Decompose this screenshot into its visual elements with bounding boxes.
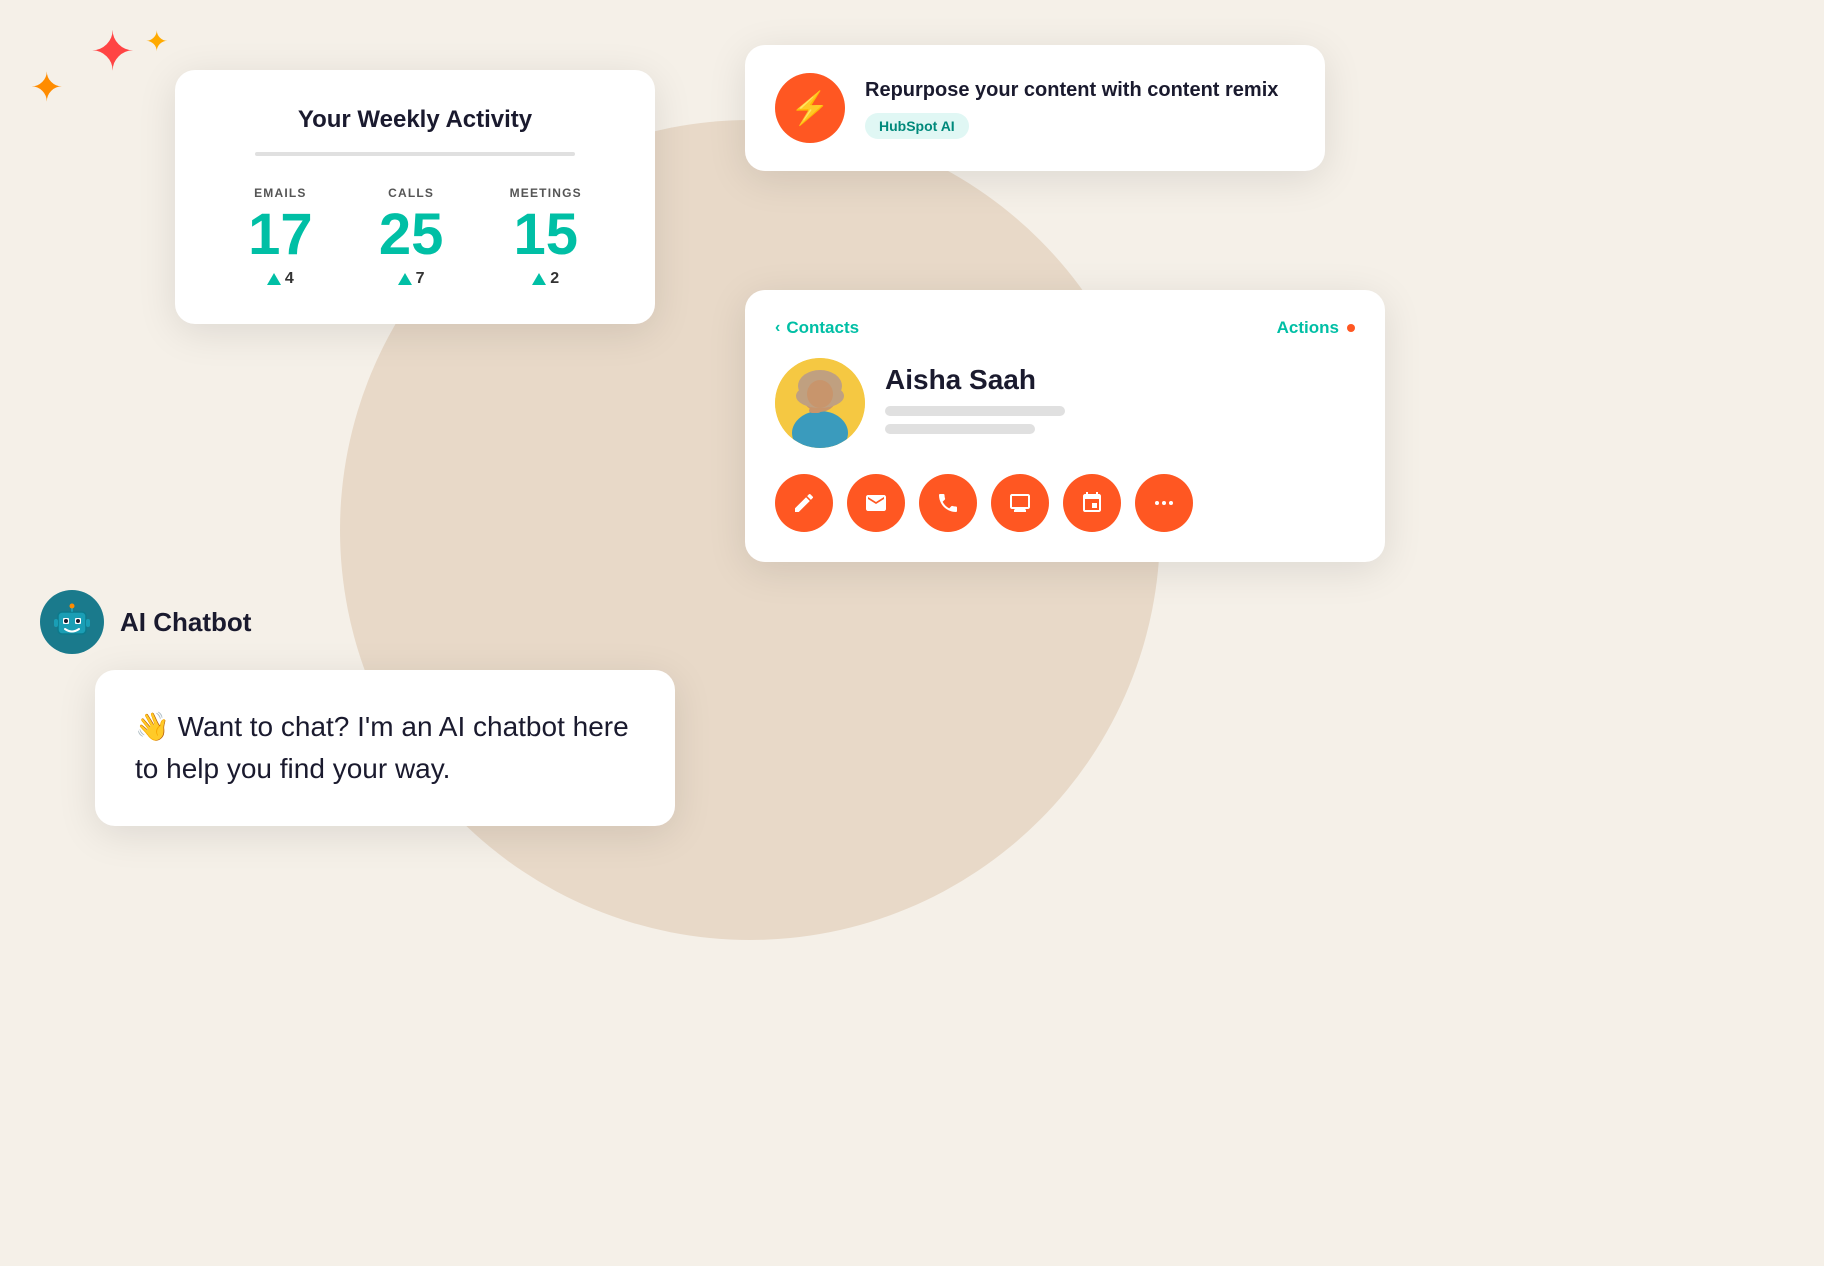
chatbot-icon — [40, 590, 104, 654]
emails-change: 4 — [267, 270, 294, 288]
avatar-image — [775, 358, 865, 448]
robot-icon — [52, 602, 92, 642]
contact-actions-row — [775, 474, 1355, 532]
meetings-up-icon — [532, 273, 546, 285]
contact-details: Aisha Saah — [885, 364, 1355, 442]
sparkle-large-icon: ✦ — [90, 20, 135, 83]
meetings-change: 2 — [532, 270, 559, 288]
actions-label: Actions — [1277, 318, 1339, 338]
meetings-number: 15 — [513, 206, 578, 264]
calls-label: CALLS — [388, 186, 434, 200]
sparkle-orange-icon: ✦ — [30, 65, 64, 111]
edit-button[interactable] — [775, 474, 833, 532]
avatar — [775, 358, 865, 448]
remix-title: Repurpose your content with content remi… — [865, 77, 1295, 103]
bolt-icon: ⚡ — [790, 89, 830, 127]
contact-detail-line-2 — [885, 424, 1035, 434]
actions-dot-icon — [1347, 324, 1355, 332]
contacts-actions-button[interactable]: Actions — [1277, 318, 1355, 338]
calls-change: 7 — [398, 270, 425, 288]
stat-meetings: MEETINGS 15 2 — [510, 186, 582, 288]
remix-badge: HubSpot AI — [865, 113, 969, 139]
chatbot-title: AI Chatbot — [120, 607, 251, 638]
chatbot-label: AI Chatbot — [40, 590, 251, 654]
contact-info: Aisha Saah — [775, 358, 1355, 448]
weekly-card-title: Your Weekly Activity — [215, 106, 615, 134]
calls-up-icon — [398, 273, 412, 285]
weekly-stats: EMAILS 17 4 CALLS 25 7 MEETINGS 15 2 — [215, 186, 615, 288]
weekly-activity-card: Your Weekly Activity EMAILS 17 4 CALLS 2… — [175, 70, 655, 324]
contacts-back-button[interactable]: ‹ Contacts — [775, 318, 859, 338]
stat-calls: CALLS 25 7 — [379, 186, 444, 288]
calendar-button[interactable] — [1063, 474, 1121, 532]
remix-card: ⚡ Repurpose your content with content re… — [745, 45, 1325, 171]
more-button[interactable] — [1135, 474, 1193, 532]
contacts-nav: ‹ Contacts Actions — [775, 318, 1355, 338]
chat-text: Want to chat? I'm an AI chatbot here to … — [135, 711, 629, 784]
emails-up-icon — [267, 273, 281, 285]
call-button[interactable] — [919, 474, 977, 532]
contact-name: Aisha Saah — [885, 364, 1355, 396]
email-button[interactable] — [847, 474, 905, 532]
chat-card: 👋 Want to chat? I'm an AI chatbot here t… — [95, 670, 675, 826]
chat-message: 👋 Want to chat? I'm an AI chatbot here t… — [135, 706, 635, 790]
remix-content: Repurpose your content with content remi… — [865, 77, 1295, 139]
meetings-label: MEETINGS — [510, 186, 582, 200]
screen-button[interactable] — [991, 474, 1049, 532]
emails-label: EMAILS — [254, 186, 307, 200]
wave-emoji: 👋 — [135, 711, 170, 742]
contact-detail-line-1 — [885, 406, 1065, 416]
contacts-card: ‹ Contacts Actions — [745, 290, 1385, 562]
remix-icon-circle: ⚡ — [775, 73, 845, 143]
emails-number: 17 — [248, 206, 313, 264]
calls-number: 25 — [379, 206, 444, 264]
stat-emails: EMAILS 17 4 — [248, 186, 313, 288]
sparkle-small-icon: ✦ — [145, 25, 168, 58]
contacts-back-label: Contacts — [786, 318, 859, 338]
weekly-divider — [255, 152, 575, 156]
chevron-left-icon: ‹ — [775, 319, 780, 337]
